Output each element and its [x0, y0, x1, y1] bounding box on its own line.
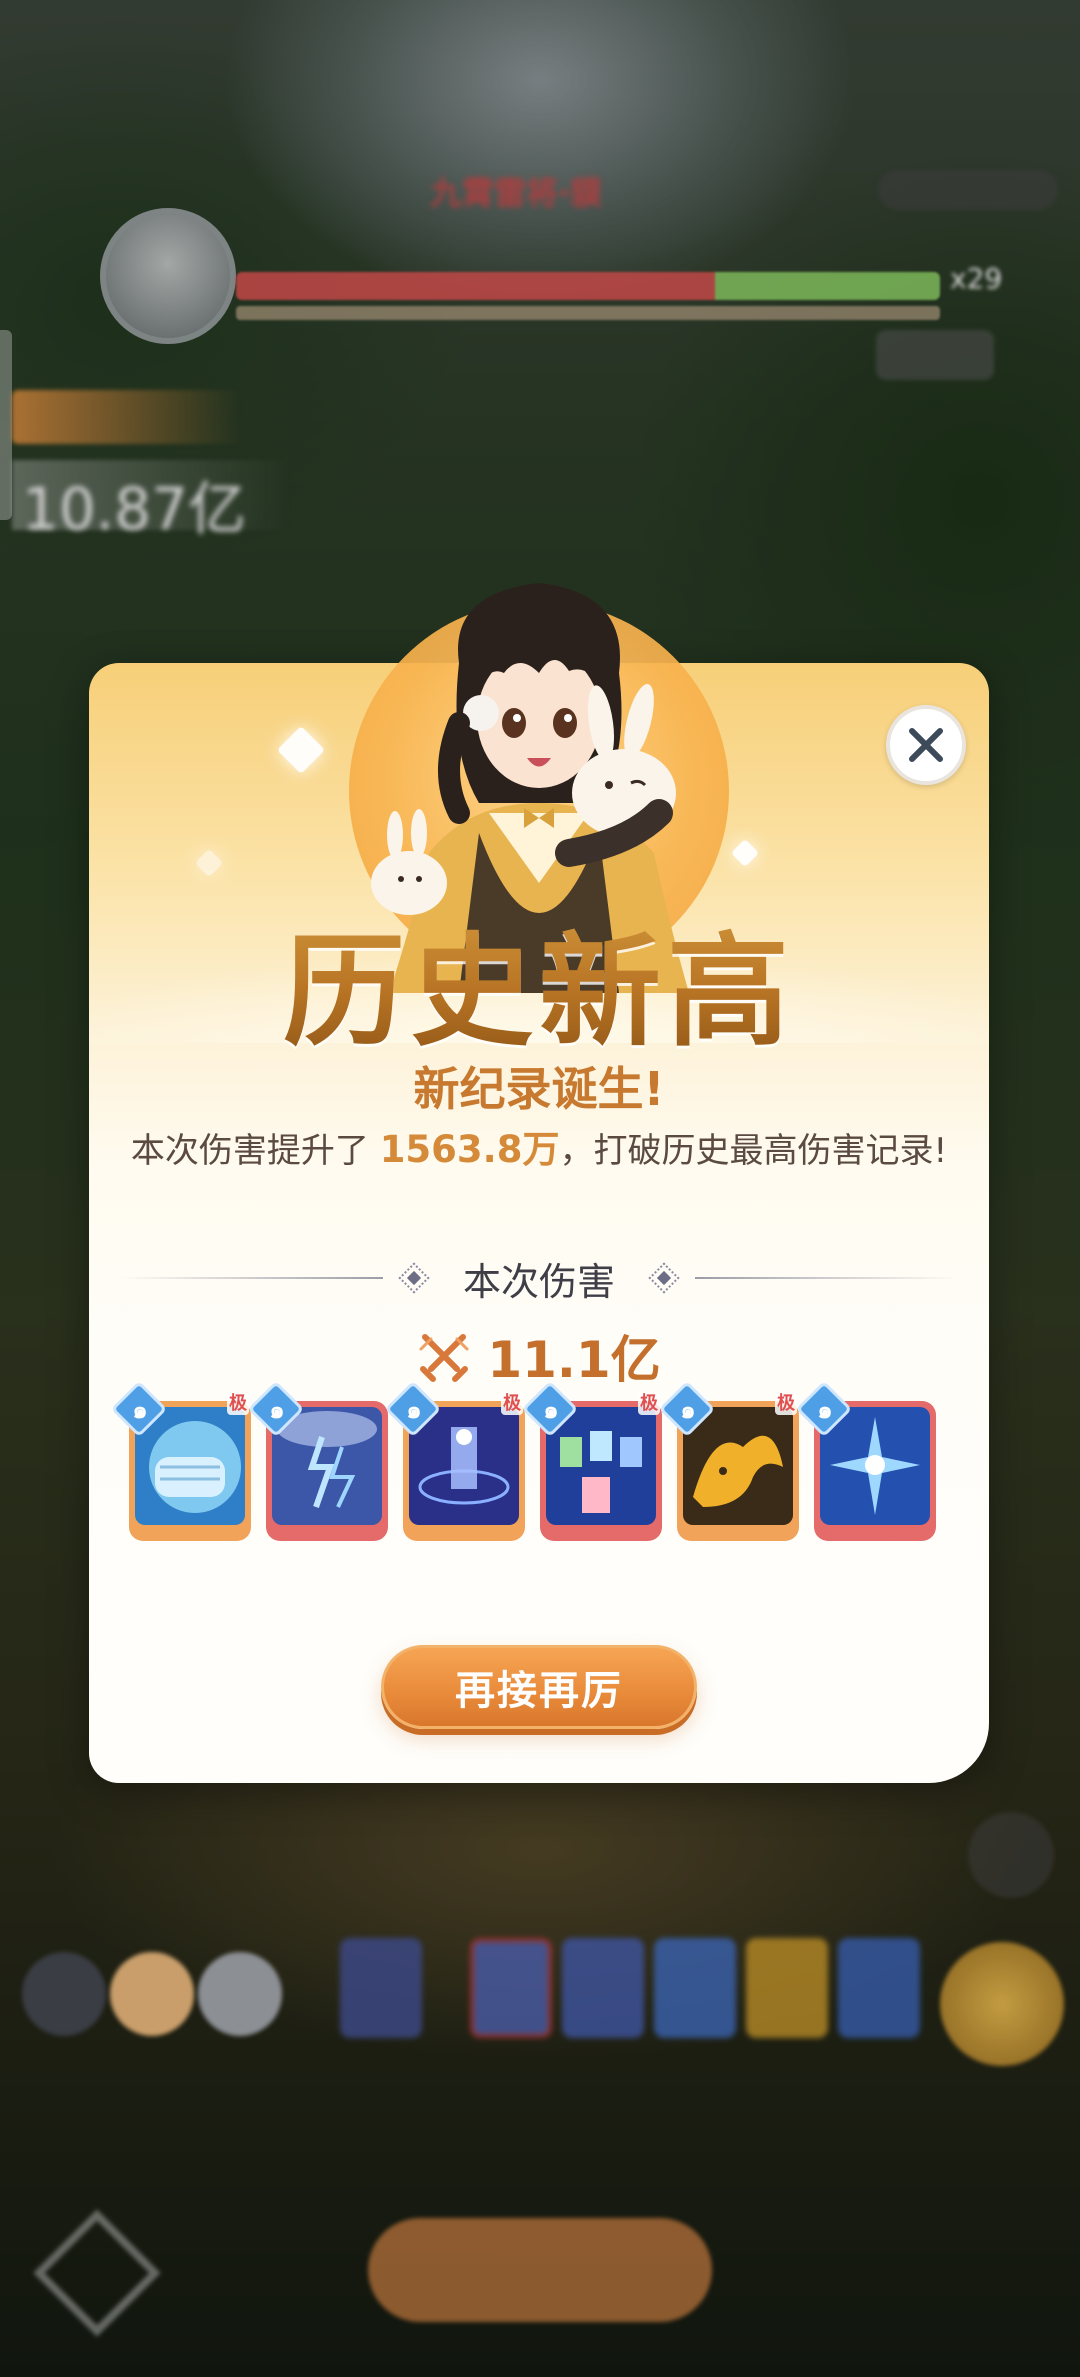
- damage-row: 11.1亿: [89, 1321, 989, 1391]
- total-damage-label-bg: [12, 390, 242, 444]
- sparkle-icon: [194, 848, 224, 878]
- description-prefix: 本次伤害提升了: [130, 1131, 380, 1171]
- hp-bar-red-fill: [236, 272, 715, 300]
- swirl-icon: ๑: [543, 1396, 559, 1424]
- boss-shield-bar: [236, 306, 940, 320]
- swirl-icon: ๑: [132, 1396, 148, 1424]
- damage-increase-value: 1563.8万: [379, 1128, 560, 1171]
- side-stats-button: [968, 1812, 1054, 1898]
- hp-layer-count: x29: [950, 262, 1003, 295]
- skill-card-ice-burst: ๑: [795, 1380, 936, 1541]
- modal-title: 历史新高: [89, 893, 989, 1070]
- skill-card-arcane-pillar: ๑ 极: [384, 1380, 525, 1541]
- bottom-skill-card: [654, 1938, 736, 2038]
- bottom-skill-circle: [22, 1952, 106, 2036]
- ultimate-orb: [940, 1942, 1064, 2066]
- damage-value: 11.1亿: [487, 1331, 661, 1389]
- close-icon: [909, 728, 943, 762]
- bottom-skill-card: [562, 1938, 644, 2038]
- divider-line: [119, 1277, 383, 1279]
- diamond-ornament-icon: [647, 1261, 681, 1295]
- retry-button-label: 再接再厉: [455, 1668, 623, 1714]
- skill-card-storm-cloud: ๑: [247, 1380, 388, 1541]
- bottom-skill-card: [470, 1938, 552, 2038]
- swirl-icon: ๑: [817, 1396, 833, 1424]
- sparkle-icon: [730, 838, 760, 868]
- skill-tag: 极: [227, 1393, 249, 1415]
- boss-name: 九霄雷将·貘: [430, 174, 603, 212]
- sparkle-icon: [276, 725, 326, 775]
- section-header: 本次伤害: [119, 1248, 960, 1308]
- diamond-ornament-icon: [397, 1261, 431, 1295]
- left-edge-tab: [0, 330, 12, 520]
- skill-card-ice-fist: ๑ 极: [110, 1380, 251, 1541]
- total-damage-text: 10.87亿: [22, 475, 247, 543]
- close-button[interactable]: [886, 705, 966, 785]
- bottom-skill-circle: [110, 1952, 194, 2036]
- swirl-icon: ๑: [680, 1396, 696, 1424]
- hp-bar-green-fill: [714, 272, 940, 300]
- swirl-icon: ๑: [406, 1396, 422, 1424]
- divider-line: [695, 1277, 960, 1279]
- description-suffix: ，打破历史最高伤害记录!: [559, 1131, 948, 1171]
- top-status-pill: [878, 170, 1058, 210]
- section-label: 本次伤害: [463, 1259, 616, 1304]
- bottom-action-button: [368, 2218, 712, 2322]
- skill-list: ๑ 极 ๑ ๑ 极 ๑ 极 ๑ 极 ๑: [110, 1380, 949, 1551]
- skill-tag: 极: [638, 1393, 660, 1415]
- skill-tag: 极: [775, 1393, 797, 1415]
- bottom-skill-card: [340, 1938, 422, 2038]
- background-badge: [876, 330, 994, 380]
- bottom-skill-card: [838, 1938, 920, 2038]
- swirl-icon: ๑: [269, 1396, 285, 1424]
- retry-button[interactable]: 再接再厉: [381, 1645, 697, 1729]
- skill-card-crystal-cubes: ๑ 极: [521, 1380, 662, 1541]
- modal-subtitle: 新纪录诞生!: [413, 1062, 665, 1116]
- bottom-skill-card: [746, 1938, 828, 2038]
- record-modal: 历史新高 新纪录诞生! 本次伤害提升了 1563.8万，打破历史最高伤害记录! …: [89, 583, 989, 1783]
- skill-tag: 极: [501, 1393, 523, 1415]
- skill-card-golden-phoenix: ๑ 极: [658, 1380, 799, 1541]
- bottom-skill-circle: [198, 1952, 282, 2036]
- boss-avatar: [100, 208, 236, 344]
- record-description: 本次伤害提升了 1563.8万，打破历史最高伤害记录!: [89, 1119, 989, 1173]
- boss-hp-bar: [236, 272, 940, 300]
- crossed-swords-icon: [419, 1334, 469, 1382]
